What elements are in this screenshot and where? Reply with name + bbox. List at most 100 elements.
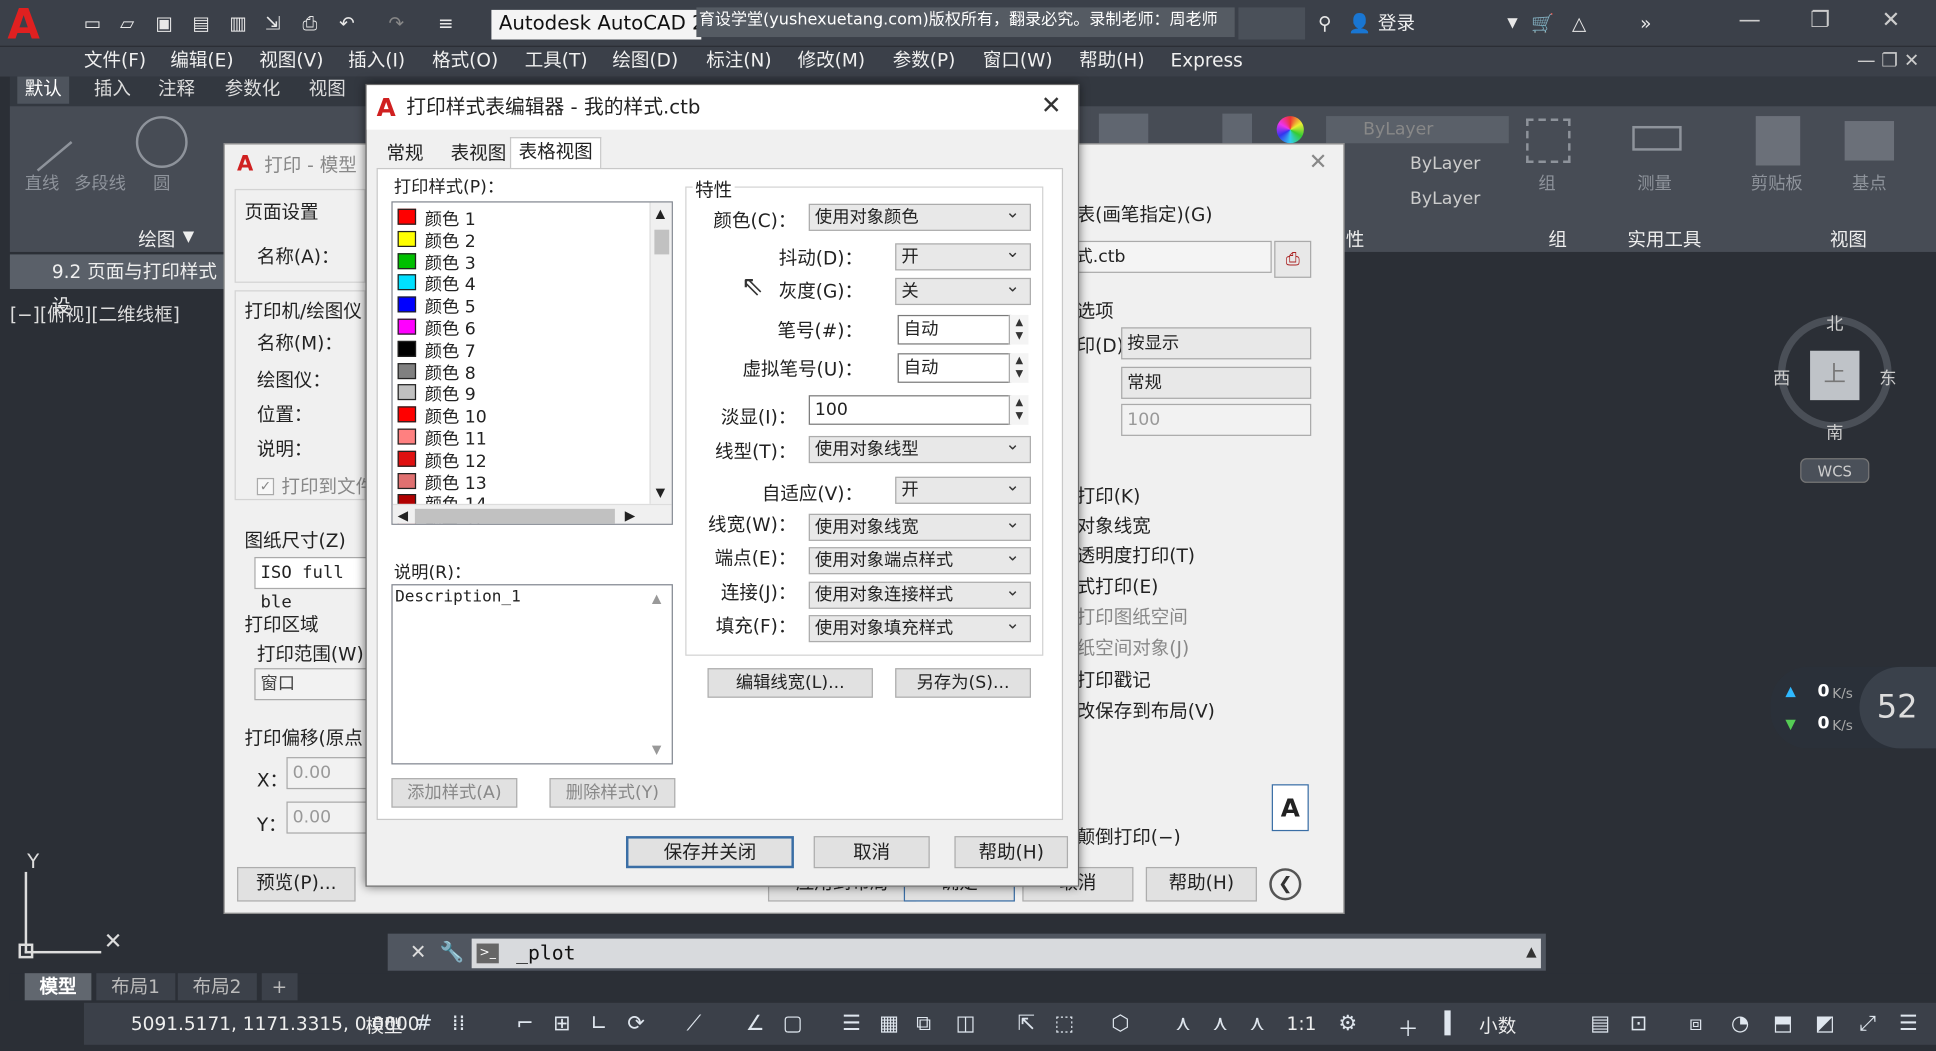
tab-annotate[interactable]: 注释 [151, 77, 203, 104]
properties-panel-title[interactable]: 性 [1346, 226, 1365, 252]
print-icon[interactable]: ⎙ [299, 12, 321, 34]
match-icon[interactable] [1222, 113, 1252, 144]
annotation-scale-icon[interactable]: ⋏ [1250, 1011, 1265, 1036]
menu-view[interactable]: 视图(V) [259, 47, 323, 77]
circle-icon[interactable] [135, 116, 188, 168]
transparency-icon[interactable]: ▦ [879, 1011, 899, 1036]
cloud-icon[interactable]: ▥ [227, 12, 249, 34]
utilities-panel-title[interactable]: 实用工具 [1627, 226, 1701, 252]
add-layout-button[interactable]: + [261, 973, 298, 1001]
edit-plot-style-icon[interactable]: ⎙ [1274, 240, 1312, 278]
menu-file[interactable]: 文件(F) [84, 47, 146, 77]
lineweight-icon[interactable]: ☰ [842, 1011, 861, 1036]
annotation-visibility-icon[interactable]: ⋏ [1175, 1011, 1190, 1036]
tab-layout1[interactable]: 布局1 [96, 973, 175, 1001]
grayscale-dropdown[interactable]: 关 [895, 274, 1031, 306]
help-button[interactable]: 帮助(H) [1145, 866, 1257, 902]
chevron-up-icon[interactable]: ▲ [656, 207, 666, 221]
joinstyle-dropdown[interactable]: 使用对象连接样式 [808, 578, 1031, 609]
plot-style-item[interactable]: 颜色 10 [425, 404, 487, 429]
styles-hscrollbar[interactable]: ◀ ▶ [392, 503, 672, 524]
autocad-logo[interactable]: A [7, 4, 54, 46]
ortho-icon[interactable]: ∟ [590, 1011, 608, 1036]
chevron-up-icon[interactable]: ▲ [1526, 944, 1536, 960]
close-icon[interactable]: ✕ [1309, 149, 1328, 175]
workspace-dropdown-icon[interactable]: ≡ [435, 12, 457, 34]
plus-icon[interactable]: ＋ [1398, 1011, 1419, 1043]
description-textarea[interactable]: Description_1 ▲ ▼ [391, 584, 673, 765]
3d-osnap-icon[interactable]: ◫ [956, 1011, 976, 1036]
tab-insert[interactable]: 插入 [86, 77, 138, 104]
tab-general[interactable]: 常规 [379, 140, 431, 170]
tab-parametric[interactable]: 参数化 [217, 77, 287, 104]
tab-default[interactable]: 默认 [17, 76, 70, 104]
binoculars-icon[interactable]: ⚲ [1314, 12, 1336, 34]
plot-option-8[interactable]: 改保存到布局(V) [1077, 698, 1215, 724]
fullscreen-icon[interactable]: ⤢ [1859, 1011, 1876, 1036]
plot-option-5[interactable]: 打印图纸空间 [1077, 604, 1188, 630]
viewport-label[interactable]: [−][俯视][二维线框] [10, 301, 180, 327]
viewcube-south[interactable]: 南 [1826, 420, 1843, 445]
lineweight-dropdown[interactable]: 使用对象线宽 [808, 510, 1031, 541]
auto-scale-icon[interactable]: ⋏ [1212, 1011, 1227, 1036]
login-link[interactable]: 登录 [1378, 10, 1415, 36]
menu-draw[interactable]: 绘图(D) [612, 47, 678, 77]
group-panel-title[interactable]: 组 [1548, 226, 1567, 252]
plot-range-dropdown[interactable]: 窗口 [254, 668, 378, 701]
viewcube-top[interactable]: 上 [1810, 350, 1860, 401]
linetype-dropdown[interactable]: 使用对象线型 [808, 432, 1031, 464]
tab-view[interactable]: 视图 [301, 77, 353, 104]
cancel-button[interactable]: 取消 [813, 836, 930, 869]
command-input[interactable]: _plot [471, 938, 1541, 969]
menu-format[interactable]: 格式(O) [432, 47, 498, 77]
selection-cycling-icon[interactable]: ⧉ [916, 1011, 931, 1036]
x-offset-input[interactable]: 0.00 [286, 757, 371, 790]
draw-panel-title[interactable]: 绘图 [138, 226, 175, 252]
command-prompt-icon[interactable]: >_ [476, 943, 499, 964]
paper-size-dropdown[interactable]: ISO full ble [254, 556, 378, 613]
plot-option-1[interactable]: 打印(K) [1077, 483, 1141, 509]
polar-icon[interactable]: ⟳ [627, 1011, 645, 1036]
model-space-button[interactable]: 模型 [365, 1013, 402, 1039]
restore-icon[interactable]: ❐ [1810, 7, 1830, 33]
viewcube-east[interactable]: 东 [1879, 366, 1896, 391]
open-icon[interactable]: ▱ [116, 12, 138, 34]
pen-number-spinner[interactable]: ▲ ▼ [1008, 314, 1029, 345]
fillstyle-dropdown[interactable]: 使用对象填充样式 [808, 611, 1031, 643]
edit-lineweights-button[interactable]: 编辑线宽(L)... [707, 668, 873, 698]
save-icon[interactable]: ▣ [153, 12, 175, 34]
dynamic-ucs-icon[interactable]: ⇱ [1017, 1011, 1035, 1036]
doc-controls-icon[interactable]: — ❐ ✕ [1857, 47, 1919, 77]
chevron-down-icon[interactable]: ▼ [183, 227, 194, 244]
plot-option-2[interactable]: 对象线宽 [1077, 513, 1151, 539]
viewcube-north[interactable]: 北 [1826, 311, 1843, 336]
undo-icon[interactable]: ↶ [336, 12, 358, 34]
lineweight-dropdown[interactable]: ByLayer [1346, 185, 1509, 212]
styles-vscrollbar[interactable]: ▲ ▼ [649, 202, 672, 504]
grid-icon[interactable]: # [415, 1011, 433, 1036]
tab-layout2[interactable]: 布局2 [177, 973, 257, 1001]
units-dropdown[interactable]: 小数 [1479, 1013, 1516, 1039]
scale-dropdown[interactable]: 1:1 [1287, 1013, 1317, 1035]
preview-button[interactable]: 预览(P)... [237, 866, 356, 902]
menu-parametric[interactable]: 参数(P) [893, 47, 956, 77]
linetype-dropdown[interactable]: ByLayer [1346, 151, 1509, 178]
color-dropdown[interactable]: ByLayer [1326, 116, 1509, 144]
menu-express[interactable]: Express [1170, 47, 1242, 77]
color-dropdown[interactable]: 使用对象颜色 [808, 200, 1031, 231]
chevron-down-icon[interactable]: ▼ [1501, 12, 1523, 34]
endstyle-dropdown[interactable]: 使用对象端点样式 [808, 543, 1031, 575]
paste-icon[interactable] [1755, 116, 1801, 166]
layer-icon[interactable] [1098, 113, 1149, 144]
customize-icon[interactable]: ☰ [1899, 1011, 1918, 1036]
expand-icon[interactable]: » [1635, 12, 1657, 34]
tab-table-view[interactable]: 表视图 [443, 140, 513, 170]
menu-edit[interactable]: 编辑(E) [170, 47, 233, 77]
close-icon[interactable]: ✕ [1882, 7, 1901, 33]
base-icon[interactable] [1844, 121, 1895, 161]
delete-style-button[interactable]: 删除样式(Y) [549, 778, 676, 808]
redo-icon[interactable]: ↷ [385, 12, 407, 34]
menu-insert[interactable]: 插入(I) [348, 47, 405, 77]
osnap-icon[interactable]: ▢ [783, 1011, 803, 1036]
group-icon[interactable] [1526, 118, 1571, 164]
